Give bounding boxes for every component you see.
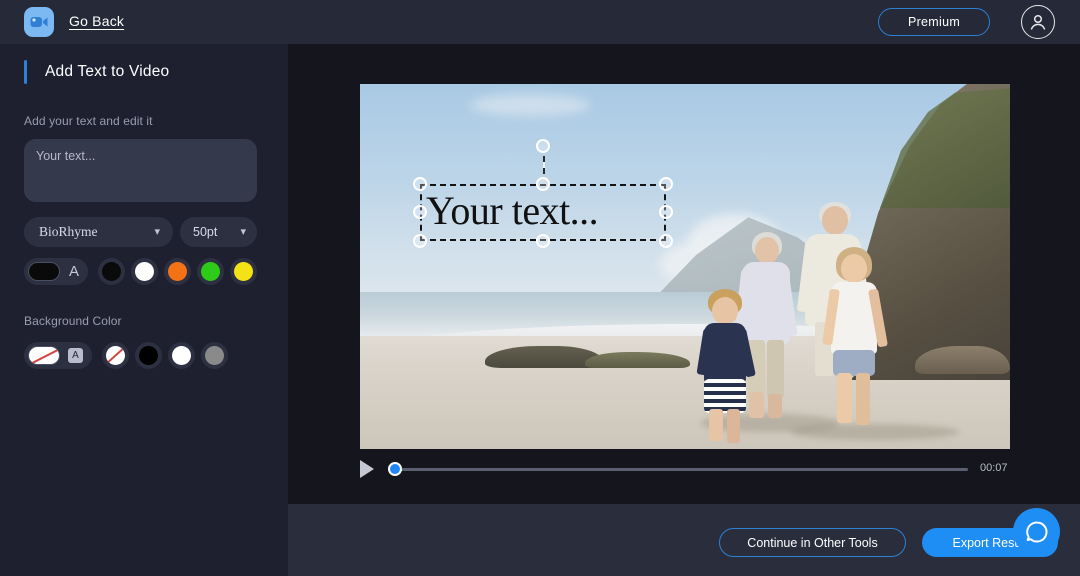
text-color-swatch-green[interactable] — [197, 258, 225, 285]
footer-bar: Continue in Other Tools Export Result — [288, 504, 1080, 576]
resize-handle-middle-left[interactable] — [413, 205, 427, 219]
editor-stage: Your text... — [288, 44, 1080, 504]
swatch-dot — [205, 346, 224, 365]
font-family-value: BioRhyme — [39, 224, 98, 239]
selected-none-color-dot — [28, 346, 60, 365]
play-icon[interactable] — [360, 460, 374, 478]
swatch-dot — [201, 262, 221, 281]
duration-label: 00:07 — [980, 462, 1008, 474]
font-size-value: 50pt — [193, 225, 218, 239]
overlay-text[interactable]: Your text... — [426, 187, 599, 234]
bg-color-swatch-black[interactable] — [135, 342, 162, 369]
swatch-dot — [106, 346, 125, 365]
app-root: Go Back Premium Add Text to Video Add yo… — [0, 0, 1080, 576]
text-color-swatch-black[interactable] — [98, 258, 126, 285]
seek-bar[interactable] — [398, 468, 968, 471]
page-title: Add Text to Video — [45, 63, 170, 80]
bg-color-swatch-none[interactable] — [102, 342, 129, 369]
video-preview[interactable]: Your text... — [360, 84, 1010, 449]
swatch-dot — [102, 262, 122, 281]
selected-color-dot — [28, 262, 60, 281]
text-color-swatch-orange[interactable] — [164, 258, 192, 285]
rotate-handle[interactable] — [536, 139, 550, 153]
font-family-select[interactable]: BioRhyme ▾ — [24, 217, 173, 247]
top-header-bar: Go Back Premium — [0, 0, 1080, 44]
text-section-label: Add your text and edit it — [24, 114, 153, 128]
text-color-label: A — [69, 263, 80, 280]
background-color-selected[interactable]: A — [24, 342, 92, 369]
go-back-link[interactable]: Go Back — [69, 13, 124, 29]
help-chat-icon[interactable] — [1013, 508, 1060, 555]
resize-handle-middle-right[interactable] — [659, 205, 673, 219]
resize-handle-top-right[interactable] — [659, 177, 673, 191]
rotate-stem — [543, 156, 545, 174]
user-avatar-icon[interactable] — [1021, 5, 1055, 39]
resize-handle-bottom-left[interactable] — [413, 234, 427, 248]
video-player-controls: 00:07 — [360, 458, 1010, 484]
swatch-dot — [139, 346, 158, 365]
background-color-swatch-row: A — [24, 342, 234, 369]
video-frame-image — [360, 84, 1010, 449]
swatch-dot — [135, 262, 155, 281]
accent-bar — [24, 60, 27, 84]
swatch-dot — [234, 262, 254, 281]
resize-handle-bottom-right[interactable] — [659, 234, 673, 248]
resize-handle-bottom-center[interactable] — [536, 234, 550, 248]
bg-color-swatch-white[interactable] — [168, 342, 195, 369]
sidebar-panel: Add Text to Video Add your text and edit… — [0, 44, 288, 576]
panel-title-row: Add Text to Video — [24, 60, 169, 84]
text-color-swatch-row: A — [24, 258, 263, 285]
swatch-dot — [172, 346, 191, 365]
text-input[interactable] — [24, 139, 257, 202]
text-color-selected[interactable]: A — [24, 258, 89, 285]
premium-button[interactable]: Premium — [878, 8, 990, 36]
video-camera-icon[interactable] — [24, 7, 54, 37]
resize-handle-top-center[interactable] — [536, 177, 550, 191]
text-color-swatch-white[interactable] — [131, 258, 159, 285]
font-size-select[interactable]: 50pt ▾ — [180, 217, 257, 247]
seek-handle[interactable] — [388, 462, 402, 476]
background-color-label: Background Color — [24, 314, 122, 328]
resize-handle-top-left[interactable] — [413, 177, 427, 191]
swatch-dot — [168, 262, 188, 281]
bg-color-swatch-gray[interactable] — [201, 342, 228, 369]
chevron-down-icon: ▾ — [240, 225, 246, 238]
chevron-down-icon: ▾ — [154, 225, 160, 238]
background-color-label: A — [68, 348, 83, 363]
text-color-swatch-yellow[interactable] — [230, 258, 258, 285]
continue-in-other-tools-button[interactable]: Continue in Other Tools — [719, 528, 906, 557]
